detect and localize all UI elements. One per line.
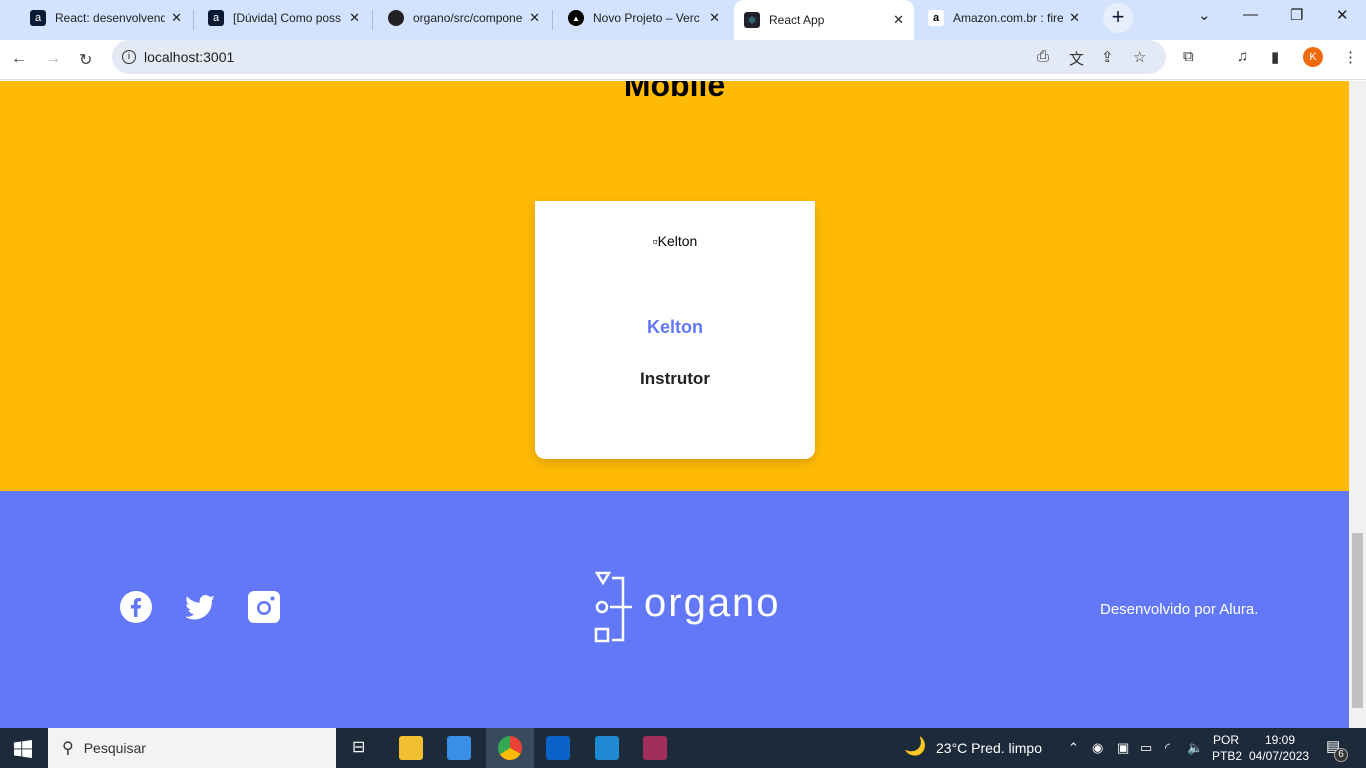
- footer: organo Desenvolvido por Alura.: [0, 491, 1349, 728]
- task-view-icon[interactable]: ⊟: [352, 737, 365, 757]
- wifi-icon[interactable]: ◜: [1165, 740, 1170, 756]
- volume-icon[interactable]: 🔈: [1187, 740, 1203, 756]
- outlook-icon[interactable]: [546, 736, 570, 760]
- weather-text[interactable]: 23°C Pred. limpo: [936, 740, 1042, 756]
- camera-icon[interactable]: ▣: [1117, 740, 1129, 756]
- winrar-icon[interactable]: [643, 736, 667, 760]
- chrome-icon: [498, 736, 522, 760]
- weather-icon: 🌙: [904, 736, 927, 756]
- clock-time[interactable]: 19:09: [1265, 733, 1295, 747]
- brand-name: organo: [644, 580, 781, 625]
- tab-title: React App: [769, 13, 825, 27]
- close-window-button[interactable]: ✕: [1336, 6, 1349, 24]
- vercel-icon: ▲: [568, 10, 584, 26]
- translate-icon[interactable]: 文: [1069, 48, 1084, 69]
- collaborator-image: ▫Kelton: [652, 233, 698, 249]
- facebook-icon[interactable]: [120, 591, 152, 623]
- notification-count-badge: 6: [1334, 748, 1348, 762]
- search-placeholder: Pesquisar: [83, 740, 146, 756]
- file-explorer-icon[interactable]: [399, 736, 423, 760]
- close-icon[interactable]: ✕: [709, 10, 720, 26]
- taskbar: ⚲ Pesquisar ⊟ 🌙 23°C Pred. limpo ⌃ ◉ ▣ ▭ …: [0, 728, 1366, 768]
- url-text[interactable]: localhost:3001: [144, 49, 234, 65]
- vscode-icon[interactable]: [595, 736, 619, 760]
- close-icon[interactable]: ✕: [171, 10, 182, 26]
- new-tab-button[interactable]: +: [1103, 3, 1133, 33]
- github-icon: [388, 10, 404, 26]
- footer-credit: Desenvolvido por Alura.: [1100, 601, 1259, 618]
- keyboard-layout[interactable]: PTB2: [1212, 749, 1242, 763]
- tab-amazon[interactable]: a Amazon.com.br : fire ✕: [918, 4, 1090, 32]
- toolbar: ← → ↻ i localhost:3001 ⎙ 文 ⇪ ☆ ⧉ ♫ ▮ K ⋮: [0, 40, 1366, 80]
- collaborator-card: ▫Kelton Kelton Instrutor: [535, 201, 815, 459]
- language-indicator[interactable]: POR: [1213, 733, 1239, 747]
- page-content: Mobile ▫Kelton Kelton Instrutor organo D…: [0, 81, 1349, 728]
- restore-button[interactable]: ❐: [1290, 6, 1303, 24]
- search-icon: ⚲: [62, 740, 74, 757]
- info-icon[interactable]: i: [122, 50, 136, 64]
- react-icon: ⚛: [744, 12, 760, 28]
- close-icon[interactable]: ✕: [1069, 10, 1080, 26]
- team-section: Mobile ▫Kelton Kelton Instrutor: [0, 81, 1349, 491]
- menu-icon[interactable]: ⋮: [1343, 48, 1358, 66]
- bookmark-star-icon[interactable]: ☆: [1133, 48, 1146, 66]
- scrollbar-thumb[interactable]: [1352, 533, 1363, 708]
- tab-search-icon[interactable]: ⌄: [1198, 6, 1211, 24]
- amazon-icon: a: [928, 10, 944, 26]
- organo-logo: organo: [594, 571, 781, 643]
- tab-duvida[interactable]: a [Dúvida] Como poss ✕: [198, 4, 370, 32]
- collaborator-name: Kelton: [647, 317, 703, 337]
- minimize-button[interactable]: —: [1243, 6, 1258, 23]
- close-icon[interactable]: ✕: [349, 10, 360, 26]
- tab-bar: a React: desenvolvend ✕ a [Dúvida] Como pos…: [0, 0, 1366, 40]
- windows-start-icon[interactable]: [14, 740, 32, 758]
- tab-title: [Dúvida] Como poss: [233, 11, 342, 25]
- section-title: Mobile: [623, 81, 726, 103]
- chevron-up-icon[interactable]: ⌃: [1068, 740, 1079, 756]
- extensions-icon[interactable]: ⧉: [1183, 48, 1194, 65]
- tab-title: Amazon.com.br : fire: [953, 11, 1064, 25]
- collaborator-role: Instrutor: [640, 369, 710, 388]
- tab-github[interactable]: organo/src/compone ✕: [378, 4, 550, 32]
- reload-button[interactable]: ↻: [79, 50, 92, 70]
- twitter-icon[interactable]: [184, 591, 216, 623]
- taskbar-search[interactable]: ⚲ Pesquisar: [48, 728, 336, 768]
- battery-icon[interactable]: ▭: [1140, 740, 1152, 756]
- tab-title: Novo Projeto – Verc: [593, 11, 700, 25]
- tab-react-app[interactable]: ⚛ React App ✕: [734, 0, 914, 40]
- close-icon[interactable]: ✕: [529, 10, 540, 26]
- instagram-icon[interactable]: [248, 591, 280, 623]
- tab-title: React: desenvolvend: [55, 11, 166, 25]
- tab-title: organo/src/compone: [413, 11, 523, 25]
- share-icon[interactable]: ⇪: [1101, 48, 1114, 66]
- back-button[interactable]: ←: [11, 50, 27, 68]
- address-bar[interactable]: i localhost:3001: [112, 40, 1166, 74]
- store-icon[interactable]: [447, 736, 471, 760]
- profile-avatar[interactable]: K: [1303, 47, 1323, 67]
- alura-icon: a: [30, 10, 46, 26]
- record-icon[interactable]: ◉: [1092, 740, 1103, 756]
- chrome-taskbar-button[interactable]: [486, 728, 534, 768]
- forward-button: →: [45, 50, 61, 67]
- media-icon[interactable]: ♫: [1237, 48, 1248, 65]
- clock-date[interactable]: 04/07/2023: [1249, 749, 1309, 763]
- tab-react-course[interactable]: a React: desenvolvend ✕: [20, 4, 192, 32]
- install-icon[interactable]: ⎙: [1037, 48, 1049, 65]
- tab-vercel[interactable]: ▲ Novo Projeto – Verc ✕: [558, 4, 730, 32]
- close-icon[interactable]: ✕: [893, 12, 904, 28]
- side-panel-icon[interactable]: ▮: [1271, 48, 1279, 66]
- page-scrollbar[interactable]: [1349, 81, 1366, 728]
- alura-icon: a: [208, 10, 224, 26]
